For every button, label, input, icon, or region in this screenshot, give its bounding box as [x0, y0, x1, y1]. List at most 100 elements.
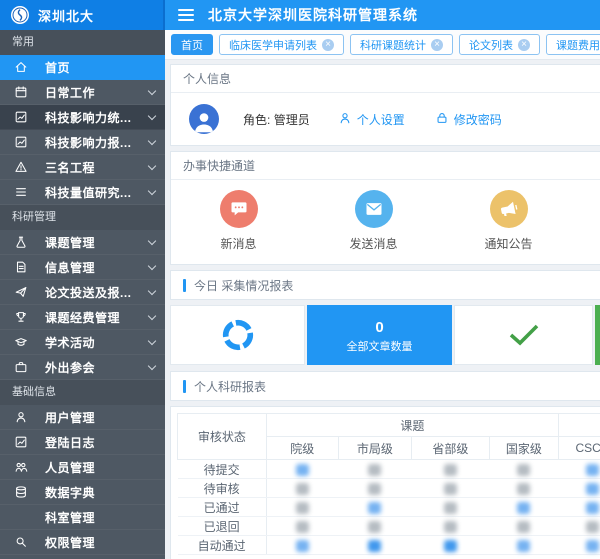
sidebar-group-header: 科研管理 [0, 205, 165, 230]
tab-topic-expense-report[interactable]: 课题费用报表× [546, 34, 600, 55]
sidebar-item-department-management[interactable]: 科室管理 [0, 505, 165, 530]
sidebar: 常用首页日常工作科技影响力统...科技影响力报...三名工程科技量值研究...科… [0, 30, 165, 559]
role-value: 管理员 [274, 113, 310, 127]
stat-value: 0 [375, 317, 383, 338]
report-count-link[interactable] [444, 464, 457, 476]
chevron-down-icon[interactable] [148, 86, 156, 94]
chevron-down-icon[interactable] [148, 336, 156, 344]
chevron-down-icon[interactable] [148, 236, 156, 244]
sidebar-item-label: 首页 [45, 59, 155, 76]
quick-channel-notice[interactable]: 通知公告 [441, 190, 576, 252]
report-count-link[interactable] [586, 483, 599, 495]
report-count-link[interactable] [296, 502, 309, 514]
tab-paper-list[interactable]: 论文列表× [459, 34, 540, 55]
sidebar-item-tech-influence-stats[interactable]: 科技影响力统... [0, 105, 165, 130]
report-count-link[interactable] [517, 464, 530, 476]
report-count-link[interactable] [517, 502, 530, 514]
send-icon [13, 285, 29, 299]
report-count-link[interactable] [444, 521, 457, 533]
chevron-down-icon[interactable] [148, 361, 156, 369]
people-icon [13, 460, 29, 474]
report-count-link[interactable] [296, 464, 309, 476]
report-count-link[interactable] [586, 521, 599, 533]
report-count-link[interactable] [586, 540, 599, 552]
close-icon[interactable]: × [431, 39, 443, 51]
report-count-link[interactable] [368, 483, 381, 495]
content-area: 个人信息 角色: 管理员 个人设置 修改密码 [165, 60, 600, 559]
sidebar-item-three-top-project[interactable]: 三名工程 [0, 155, 165, 180]
sidebar-item-home[interactable]: 首页 [0, 55, 165, 80]
report-count-link[interactable] [586, 464, 599, 476]
chevron-down-icon[interactable] [148, 311, 156, 319]
tab-research-topic-stats[interactable]: 科研课题统计× [350, 34, 453, 55]
sidebar-item-academic-activity[interactable]: 学术活动 [0, 330, 165, 355]
report-cell [266, 498, 338, 517]
report-count-link[interactable] [586, 502, 599, 514]
role-label: 角色: [243, 113, 270, 127]
chevron-down-icon[interactable] [148, 261, 156, 269]
flask-icon [13, 235, 29, 249]
report-cell [412, 479, 490, 498]
sidebar-item-topic-funding-management[interactable]: 课题经费管理 [0, 305, 165, 330]
sidebar-item-tech-influence-report[interactable]: 科技影响力报... [0, 130, 165, 155]
sidebar-item-permission-management[interactable]: 权限管理 [0, 530, 165, 555]
sidebar-item-info-management[interactable]: 信息管理 [0, 255, 165, 280]
sidebar-item-conference-trip[interactable]: 外出参会 [0, 355, 165, 380]
report-count-link[interactable] [444, 502, 457, 514]
report-count-link[interactable] [444, 483, 457, 495]
sidebar-item-daily-work[interactable]: 日常工作 [0, 80, 165, 105]
app-title: 北京大学深圳医院科研管理系统 [208, 5, 418, 25]
sidebar-item-user-management[interactable]: 用户管理 [0, 405, 165, 430]
chart-icon [13, 110, 29, 124]
calendar-icon [13, 85, 29, 99]
report-count-link[interactable] [368, 502, 381, 514]
change-password-link[interactable]: 修改密码 [435, 111, 502, 128]
sidebar-item-label: 科技影响力报... [45, 134, 149, 151]
sidebar-item-label: 科技量值研究... [45, 184, 149, 201]
report-cell [412, 536, 490, 555]
app-logo: 深圳北大 [0, 0, 165, 30]
stat-green-box[interactable] [595, 305, 600, 365]
report-cell [489, 479, 558, 498]
tab-home[interactable]: 首页 [171, 34, 213, 55]
quick-channel-label: 新消息 [220, 235, 256, 252]
report-count-link[interactable] [296, 521, 309, 533]
report-count-link[interactable] [296, 540, 309, 552]
sidebar-item-data-dictionary[interactable]: 数据字典 [0, 480, 165, 505]
stat-collect-status[interactable] [454, 305, 593, 365]
report-count-link[interactable] [368, 521, 381, 533]
sidebar-item-paper-submission[interactable]: 论文投送及报... [0, 280, 165, 305]
sidebar-item-label: 学术活动 [45, 334, 149, 351]
column-header: 国家级 [489, 437, 558, 460]
stat-collect-progress[interactable] [170, 305, 305, 365]
stat-all-articles[interactable]: 0全部文章数量 [307, 305, 452, 365]
report-count-link[interactable] [296, 483, 309, 495]
quick-channel-send-message[interactable]: 发送消息 [306, 190, 441, 252]
tab-clinical-application-list[interactable]: 临床医学申请列表× [219, 34, 344, 55]
chevron-down-icon[interactable] [148, 186, 156, 194]
chevron-down-icon[interactable] [148, 286, 156, 294]
sidebar-item-personnel-management[interactable]: 人员管理 [0, 455, 165, 480]
sidebar-item-login-log[interactable]: 登陆日志 [0, 430, 165, 455]
quick-channel-new-message[interactable]: 新消息 [171, 190, 306, 252]
chevron-down-icon[interactable] [148, 111, 156, 119]
role-text: 角色: 管理员 [243, 111, 310, 128]
chevron-down-icon[interactable] [148, 136, 156, 144]
quick-channels-header: 办事快捷通道 [171, 152, 600, 180]
close-icon[interactable]: × [518, 39, 530, 51]
tab-label: 课题费用报表 [556, 37, 600, 53]
report-count-link[interactable] [444, 540, 457, 552]
report-count-link[interactable] [368, 540, 381, 552]
chevron-down-icon[interactable] [148, 161, 156, 169]
report-count-link[interactable] [517, 540, 530, 552]
report-count-link[interactable] [517, 521, 530, 533]
sidebar-item-topic-management[interactable]: 课题管理 [0, 230, 165, 255]
close-icon[interactable]: × [322, 39, 334, 51]
main-area: 首页临床医学申请列表×科研课题统计×论文列表×课题费用报表×用户列表× 个人信息… [165, 30, 600, 559]
mail-icon [355, 190, 393, 228]
personal-settings-link[interactable]: 个人设置 [338, 111, 405, 128]
report-count-link[interactable] [368, 464, 381, 476]
report-count-link[interactable] [517, 483, 530, 495]
menu-toggle-icon[interactable] [178, 9, 194, 21]
sidebar-item-tech-value-research[interactable]: 科技量值研究... [0, 180, 165, 205]
